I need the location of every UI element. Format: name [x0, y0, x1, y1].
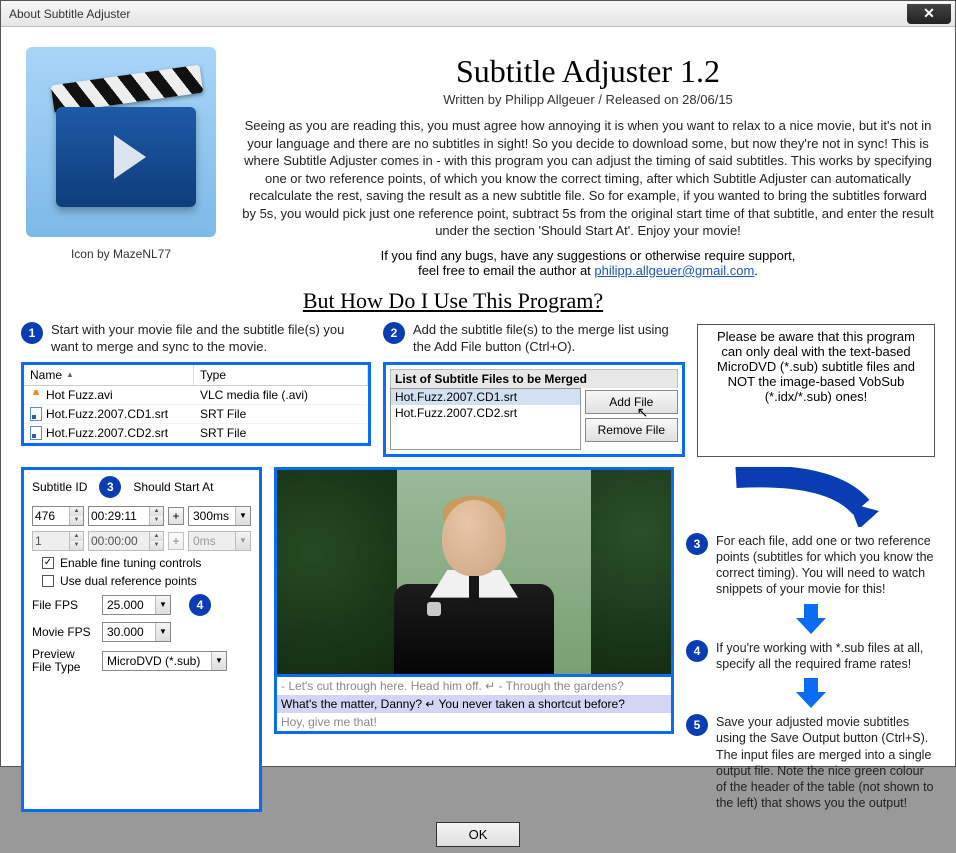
step-badge-3b: 3: [686, 533, 708, 555]
table-row[interactable]: Hot.Fuzz.2007.CD2.srt SRT File: [24, 424, 368, 443]
icon-credit: Icon by MazeNL77: [71, 247, 171, 261]
app-icon: [26, 47, 216, 237]
ms-combo[interactable]: 300ms▼: [188, 506, 251, 526]
file-fps-combo[interactable]: 25.000▼: [102, 595, 171, 615]
remove-file-button[interactable]: Remove File: [585, 418, 678, 442]
merge-panel: List of Subtitle Files to be Merged Hot.…: [383, 362, 685, 457]
fine-tuning-checkbox[interactable]: ✓: [42, 557, 54, 569]
movie-fps-combo[interactable]: 30.000▼: [102, 622, 171, 642]
preview-type-combo[interactable]: MicroDVD (*.sub)▼: [102, 651, 227, 671]
srt-icon: [30, 426, 42, 440]
step-3-text: For each file, add one or two reference …: [716, 533, 935, 598]
subtitle-line: Hoy, give me that!: [274, 713, 674, 734]
subtitle-id-spinner-2: ▲▼: [32, 531, 84, 551]
arrow-curved-icon: [731, 467, 891, 527]
list-item[interactable]: Hot.Fuzz.2007.CD1.srt: [391, 389, 580, 405]
email-link[interactable]: philipp.allgeuer@gmail.com: [594, 263, 754, 278]
merge-title: List of Subtitle Files to be Merged: [390, 369, 678, 388]
close-button[interactable]: ✕: [907, 4, 951, 24]
intro-text: Seeing as you are reading this, you must…: [241, 117, 935, 240]
step-badge-3: 3: [99, 476, 121, 498]
list-item[interactable]: Hot.Fuzz.2007.CD2.srt: [391, 405, 580, 421]
should-start-label: Should Start At: [133, 480, 213, 494]
step-badge-1: 1: [21, 322, 43, 344]
chevron-down-icon: ▼: [235, 507, 250, 525]
step-2-text: Add the subtitle file(s) to the merge li…: [413, 322, 685, 356]
step-5-text: Save your adjusted movie subtitles using…: [716, 714, 935, 812]
close-icon: ✕: [923, 5, 935, 22]
merge-list[interactable]: Hot.Fuzz.2007.CD1.srt Hot.Fuzz.2007.CD2.…: [390, 388, 581, 450]
subtitle-line: - Let's cut through here. Head him off. …: [274, 677, 674, 695]
step-badge-2: 2: [383, 322, 405, 344]
support-line: If you find any bugs, have any suggestio…: [241, 248, 935, 278]
add-file-button[interactable]: Add File: [585, 390, 678, 414]
plus-button-2: +: [168, 532, 184, 550]
srt-icon: [30, 407, 42, 421]
chevron-down-icon: ▼: [235, 532, 250, 550]
step-badge-4: 4: [189, 594, 211, 616]
file-fps-label: File FPS: [32, 598, 94, 612]
note-box: Please be aware that this program can on…: [697, 324, 935, 457]
howto-heading: But How Do I Use This Program?: [231, 288, 675, 314]
file-table: Name ▲ Type Hot Fuzz.avi VLC media file …: [21, 362, 371, 446]
step-4-text: If you're working with *.sub files at al…: [716, 640, 935, 673]
table-row[interactable]: Hot.Fuzz.2007.CD1.srt SRT File: [24, 405, 368, 424]
reference-panel: Subtitle ID 3 Should Start At ▲▼ ▲▼ + 30…: [21, 467, 262, 812]
preview-type-label: Preview File Type: [32, 648, 94, 674]
col-type[interactable]: Type: [194, 365, 368, 385]
time-spinner[interactable]: ▲▼: [88, 506, 164, 526]
vlc-icon: [30, 390, 42, 400]
step-1-text: Start with your movie file and the subti…: [51, 322, 371, 356]
table-row[interactable]: Hot Fuzz.avi VLC media file (.avi): [24, 386, 368, 405]
app-title: Subtitle Adjuster 1.2: [241, 53, 935, 90]
window-title: About Subtitle Adjuster: [9, 7, 130, 21]
chevron-down-icon: ▼: [155, 623, 170, 641]
chevron-down-icon: ▼: [211, 652, 226, 670]
video-preview: [274, 467, 674, 677]
arrow-down-icon: [794, 604, 828, 634]
ok-button[interactable]: OK: [436, 822, 521, 847]
dual-ref-checkbox[interactable]: [42, 575, 54, 587]
sort-asc-icon: ▲: [66, 370, 74, 379]
subtitle-id-spinner[interactable]: ▲▼: [32, 506, 84, 526]
chevron-down-icon: ▼: [155, 596, 170, 614]
subtitle-preview: - Let's cut through here. Head him off. …: [274, 677, 674, 734]
step-badge-5: 5: [686, 714, 708, 736]
movie-fps-label: Movie FPS: [32, 625, 94, 639]
about-dialog: About Subtitle Adjuster ✕ Icon by MazeNL…: [0, 0, 956, 767]
col-name[interactable]: Name ▲: [24, 365, 194, 385]
subtitle-id-label: Subtitle ID: [32, 480, 87, 494]
step-badge-4b: 4: [686, 640, 708, 662]
byline: Written by Philipp Allgeuer / Released o…: [241, 92, 935, 107]
ms-combo-2: 0ms▼: [188, 531, 251, 551]
subtitle-line-selected[interactable]: What's the matter, Danny? ↵ You never ta…: [274, 695, 674, 713]
arrow-down-icon: [794, 678, 828, 708]
plus-button[interactable]: +: [168, 507, 184, 525]
time-spinner-2: ▲▼: [88, 531, 164, 551]
play-icon: [114, 135, 146, 179]
titlebar: About Subtitle Adjuster ✕: [1, 1, 955, 27]
